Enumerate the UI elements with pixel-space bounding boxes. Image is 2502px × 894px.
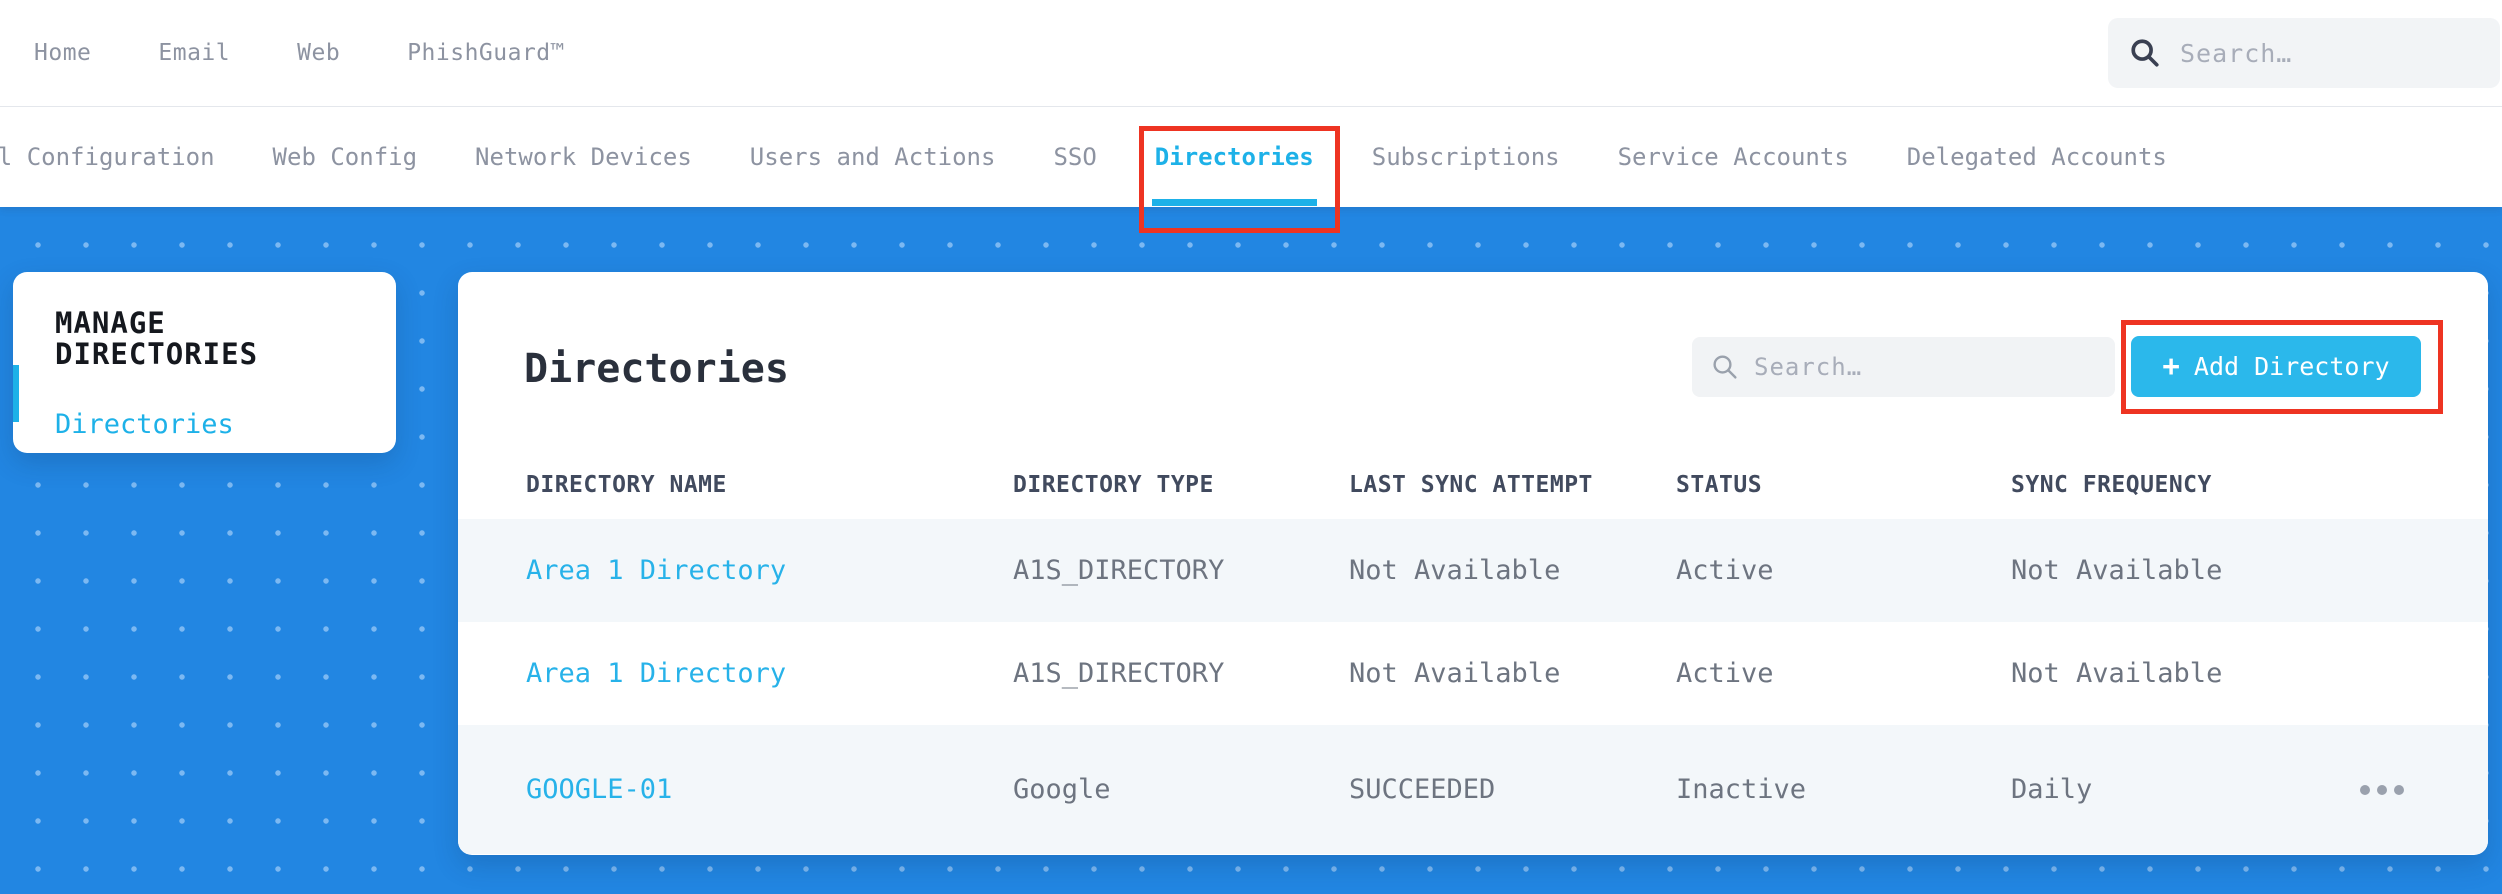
panel-header: Directories + Add Directory xyxy=(458,272,2488,450)
status-cell: Active xyxy=(1676,555,1774,586)
settings-tab-bar: Email Configuration Web Config Network D… xyxy=(0,107,2502,233)
page-title: Directories xyxy=(524,346,789,392)
sync-frequency-cell: Not Available xyxy=(2011,658,2223,689)
nav-item-phishguard[interactable]: PhishGuard™ xyxy=(407,40,565,66)
nav-item-web[interactable]: Web xyxy=(297,40,340,66)
search-icon xyxy=(1713,355,1737,379)
sidebar-item-directories[interactable]: Directories xyxy=(55,409,372,440)
search-icon xyxy=(2131,39,2159,67)
global-search-box[interactable] xyxy=(2108,18,2500,88)
tab-directories-label: Directories xyxy=(1154,143,1314,171)
tab-delegated-accounts[interactable]: Delegated Accounts xyxy=(1907,143,2167,171)
directories-search-input[interactable] xyxy=(1754,353,2097,381)
directories-panel: Directories + Add Directory DIRECTORY NA… xyxy=(458,272,2488,855)
last-sync-cell: Not Available xyxy=(1349,658,1561,689)
tab-sso[interactable]: SSO xyxy=(1053,143,1096,171)
column-header-directory-name: DIRECTORY NAME xyxy=(526,471,727,498)
tab-directories[interactable]: Directories xyxy=(1138,126,1340,233)
manage-directories-card: MANAGE DIRECTORIES Directories xyxy=(13,272,396,453)
tab-users-and-actions[interactable]: Users and Actions xyxy=(750,143,996,171)
directory-type-cell: A1S_DIRECTORY xyxy=(1013,658,1225,689)
last-sync-cell: SUCCEEDED xyxy=(1349,774,1496,805)
directory-type-cell: A1S_DIRECTORY xyxy=(1013,555,1225,586)
status-cell: Inactive xyxy=(1676,774,1807,805)
nav-item-email[interactable]: Email xyxy=(158,40,230,66)
tab-network-devices[interactable]: Network Devices xyxy=(475,143,692,171)
content-area: MANAGE DIRECTORIES Directories Directori… xyxy=(0,207,2502,894)
tab-email-configuration[interactable]: Email Configuration xyxy=(0,143,215,171)
sync-frequency-cell: Daily xyxy=(2011,774,2093,805)
status-cell: Active xyxy=(1676,658,1774,689)
add-directory-button[interactable]: + Add Directory xyxy=(2131,336,2421,397)
row-actions-ellipsis-icon[interactable] xyxy=(2360,784,2488,795)
directory-type-cell: Google xyxy=(1013,774,1111,805)
sidebar-title: MANAGE DIRECTORIES xyxy=(55,306,259,371)
sync-frequency-cell: Not Available xyxy=(2011,555,2223,586)
column-header-status: STATUS xyxy=(1676,471,1763,498)
active-tab-underline xyxy=(1151,199,1317,206)
plus-icon: + xyxy=(2162,349,2180,383)
tab-subscriptions[interactable]: Subscriptions xyxy=(1372,143,1560,171)
directory-name-link[interactable]: Area 1 Directory xyxy=(526,658,1013,689)
table-header-row: DIRECTORY NAME DIRECTORY TYPE LAST SYNC … xyxy=(458,450,2488,519)
directories-search-box[interactable] xyxy=(1692,337,2115,397)
add-directory-button-label: Add Directory xyxy=(2193,352,2390,381)
column-header-sync-frequency: SYNC FREQUENCY xyxy=(2011,471,2212,498)
table-row: Area 1 Directory A1S_DIRECTORY Not Avail… xyxy=(458,519,2488,622)
last-sync-cell: Not Available xyxy=(1349,555,1561,586)
table-row: GOOGLE-01 Google SUCCEEDED Inactive Dail… xyxy=(458,725,2488,854)
column-header-last-sync-attempt: LAST SYNC ATTEMPT xyxy=(1349,471,1593,498)
directory-name-link[interactable]: GOOGLE-01 xyxy=(526,774,1013,805)
global-search-input[interactable] xyxy=(2180,38,2480,68)
nav-item-home[interactable]: Home xyxy=(34,40,91,66)
table-row: Area 1 Directory A1S_DIRECTORY Not Avail… xyxy=(458,622,2488,725)
active-item-indicator xyxy=(13,365,19,422)
directory-name-link[interactable]: Area 1 Directory xyxy=(526,555,1013,586)
column-header-directory-type: DIRECTORY TYPE xyxy=(1013,471,1214,498)
tab-web-config[interactable]: Web Config xyxy=(273,143,418,171)
tab-service-accounts[interactable]: Service Accounts xyxy=(1618,143,1849,171)
top-nav-bar: Home Email Web PhishGuard™ xyxy=(0,0,2502,107)
